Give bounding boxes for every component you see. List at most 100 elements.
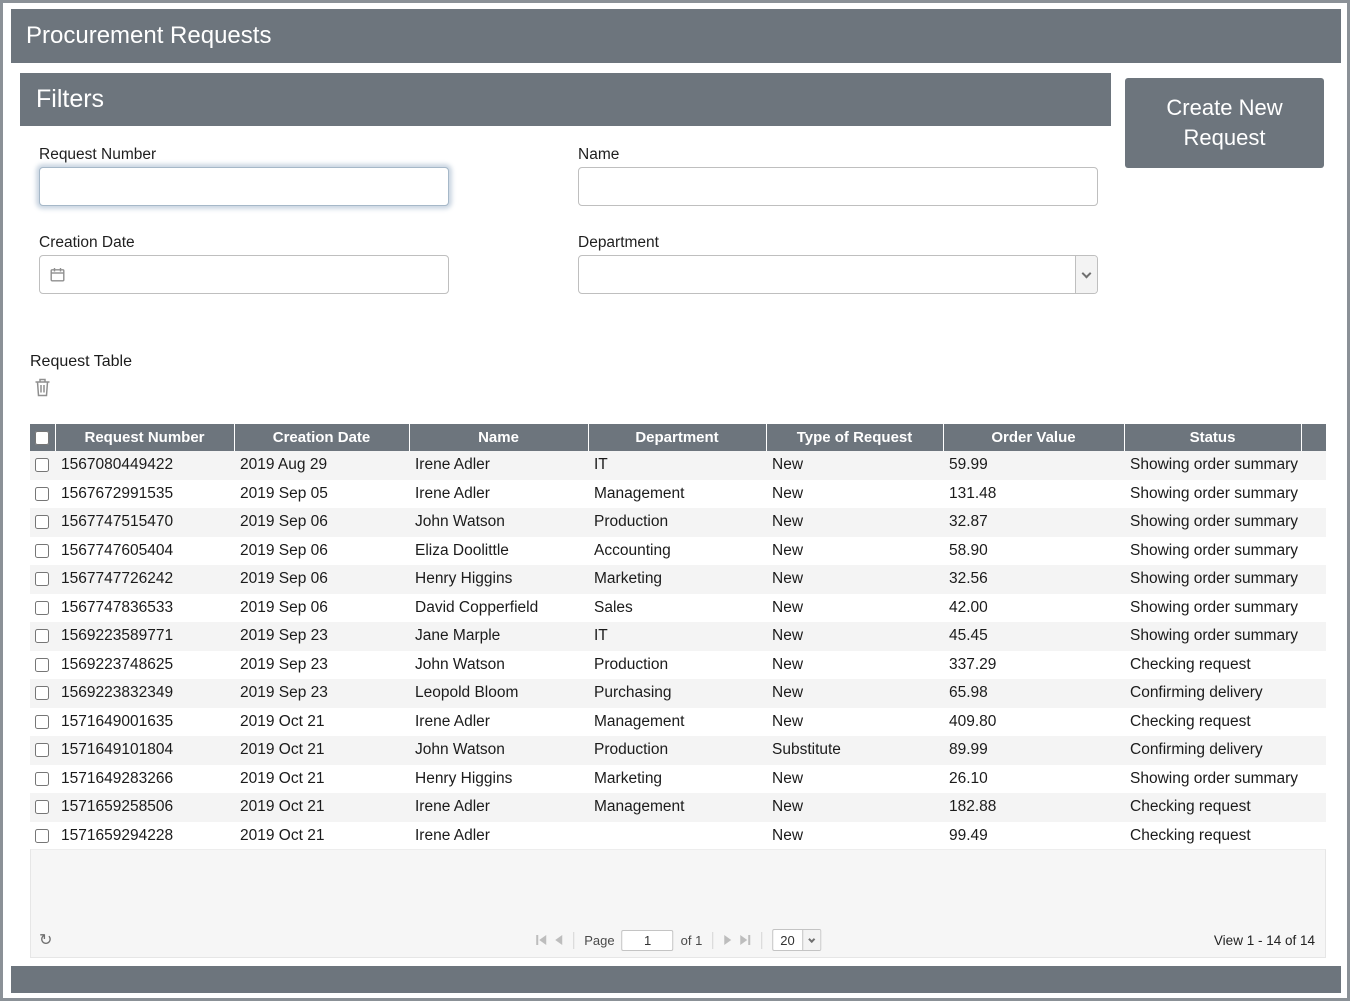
cell-department: Accounting [588, 537, 766, 566]
cell-name: John Watson [409, 651, 588, 680]
table-row[interactable]: 15716592942282019 Oct 21Irene AdlerNew99… [30, 822, 1326, 851]
cell-status: Checking request [1124, 822, 1326, 851]
cell-order-value: 59.99 [943, 451, 1124, 480]
cell-order-value: 26.10 [943, 765, 1124, 794]
refresh-icon: ↻ [39, 932, 52, 949]
cell-status: Showing order summary [1124, 480, 1326, 509]
last-page-button[interactable] [739, 933, 751, 947]
department-select[interactable] [578, 255, 1098, 294]
column-header-status[interactable]: Status [1124, 424, 1301, 451]
table-row[interactable]: 15716490016352019 Oct 21Irene AdlerManag… [30, 708, 1326, 737]
row-checkbox-cell [30, 765, 55, 794]
cell-request-number: 1567747726242 [55, 565, 234, 594]
pager-separator [573, 932, 574, 949]
column-header-type-of-request[interactable]: Type of Request [766, 424, 943, 451]
cell-type-of-request: Substitute [766, 736, 943, 765]
request-table: Request Number Creation Date Name Depart… [30, 424, 1326, 850]
row-checkbox[interactable] [35, 715, 49, 729]
row-checkbox[interactable] [35, 686, 49, 700]
row-checkbox-cell [30, 565, 55, 594]
column-header-spacer [1301, 424, 1326, 451]
cell-request-number: 1571659258506 [55, 793, 234, 822]
cell-department: Purchasing [588, 679, 766, 708]
cell-name: Irene Adler [409, 480, 588, 509]
table-row[interactable]: 15677477262422019 Sep 06Henry HigginsMar… [30, 565, 1326, 594]
cell-creation-date: 2019 Oct 21 [234, 708, 409, 737]
row-checkbox[interactable] [35, 743, 49, 757]
cell-department [588, 822, 766, 851]
cell-order-value: 409.80 [943, 708, 1124, 737]
request-number-input[interactable] [39, 167, 449, 206]
next-page-button[interactable] [723, 933, 732, 947]
column-header-order-value[interactable]: Order Value [943, 424, 1124, 451]
cell-request-number: 1567747515470 [55, 508, 234, 537]
row-checkbox[interactable] [35, 515, 49, 529]
table-row[interactable]: 15716592585062019 Oct 21Irene AdlerManag… [30, 793, 1326, 822]
table-row[interactable]: 15676729915352019 Sep 05Irene AdlerManag… [30, 480, 1326, 509]
first-page-button[interactable] [535, 933, 547, 947]
table-row[interactable]: 15692237486252019 Sep 23John WatsonProdu… [30, 651, 1326, 680]
row-checkbox[interactable] [35, 829, 49, 843]
cell-department: Production [588, 736, 766, 765]
cell-type-of-request: New [766, 651, 943, 680]
select-all-checkbox[interactable] [35, 431, 49, 445]
cell-name: Jane Marple [409, 622, 588, 651]
filters-header: Filters [20, 73, 1111, 126]
refresh-button[interactable]: ↻ [39, 930, 52, 950]
table-row[interactable]: 15716492832662019 Oct 21Henry HigginsMar… [30, 765, 1326, 794]
chevron-down-icon [1075, 256, 1097, 293]
create-new-request-button[interactable]: Create New Request [1125, 78, 1324, 168]
row-checkbox[interactable] [35, 572, 49, 586]
row-checkbox[interactable] [35, 772, 49, 786]
cell-status: Showing order summary [1124, 565, 1326, 594]
row-checkbox-cell [30, 822, 55, 851]
page-size-select[interactable]: 20 [772, 929, 820, 951]
cell-type-of-request: New [766, 765, 943, 794]
row-checkbox[interactable] [35, 658, 49, 672]
cell-status: Showing order summary [1124, 765, 1326, 794]
pager-separator [712, 932, 713, 949]
cell-department: Management [588, 708, 766, 737]
cell-type-of-request: New [766, 594, 943, 623]
row-checkbox-cell [30, 651, 55, 680]
cell-name: John Watson [409, 736, 588, 765]
table-row[interactable]: 15692235897712019 Sep 23Jane MarpleITNew… [30, 622, 1326, 651]
cell-status: Confirming delivery [1124, 679, 1326, 708]
cell-order-value: 32.87 [943, 508, 1124, 537]
row-checkbox[interactable] [35, 629, 49, 643]
creation-date-input[interactable] [39, 255, 449, 294]
name-input[interactable] [578, 167, 1098, 206]
column-header-creation-date[interactable]: Creation Date [234, 424, 409, 451]
cell-creation-date: 2019 Aug 29 [234, 451, 409, 480]
column-header-request-number[interactable]: Request Number [55, 424, 234, 451]
cell-name: Leopold Bloom [409, 679, 588, 708]
row-checkbox[interactable] [35, 458, 49, 472]
row-checkbox[interactable] [35, 601, 49, 615]
table-row[interactable]: 15677475154702019 Sep 06John WatsonProdu… [30, 508, 1326, 537]
row-checkbox[interactable] [35, 544, 49, 558]
cell-order-value: 42.00 [943, 594, 1124, 623]
prev-page-button[interactable] [554, 933, 563, 947]
table-row[interactable]: 15670804494222019 Aug 29Irene AdlerITNew… [30, 451, 1326, 480]
row-checkbox-cell [30, 708, 55, 737]
delete-selected-button[interactable] [32, 375, 53, 399]
row-checkbox-cell [30, 508, 55, 537]
row-checkbox[interactable] [35, 800, 49, 814]
column-header-department[interactable]: Department [588, 424, 766, 451]
page-input[interactable] [622, 930, 674, 951]
calendar-icon[interactable] [50, 267, 65, 282]
cell-name: Irene Adler [409, 822, 588, 851]
table-row[interactable]: 15692238323492019 Sep 23Leopold BloomPur… [30, 679, 1326, 708]
cell-status: Showing order summary [1124, 594, 1326, 623]
table-row[interactable]: 15677478365332019 Sep 06David Copperfiel… [30, 594, 1326, 623]
row-checkbox[interactable] [35, 487, 49, 501]
cell-creation-date: 2019 Oct 21 [234, 822, 409, 851]
cell-order-value: 337.29 [943, 651, 1124, 680]
page-title: Procurement Requests [26, 22, 271, 50]
column-header-name[interactable]: Name [409, 424, 588, 451]
cell-creation-date: 2019 Oct 21 [234, 793, 409, 822]
table-row[interactable]: 15677476054042019 Sep 06Eliza DoolittleA… [30, 537, 1326, 566]
cell-status: Checking request [1124, 651, 1326, 680]
table-row[interactable]: 15716491018042019 Oct 21John WatsonProdu… [30, 736, 1326, 765]
cell-status: Checking request [1124, 793, 1326, 822]
